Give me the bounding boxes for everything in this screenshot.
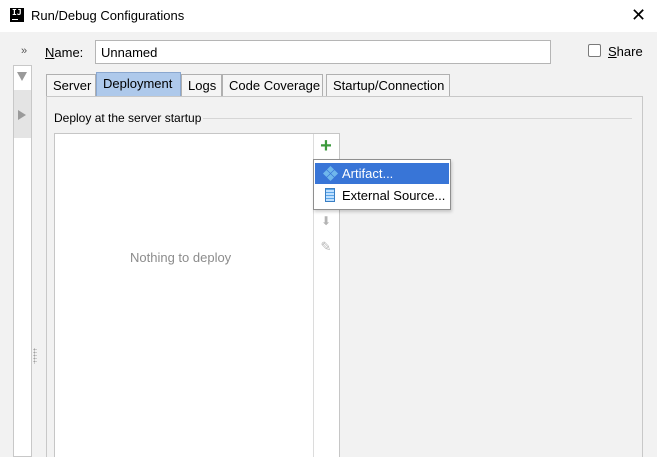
share-label[interactable]: Share bbox=[608, 44, 643, 59]
window-title: Run/Debug Configurations bbox=[31, 8, 185, 23]
move-down-icon[interactable]: ⬇ bbox=[317, 212, 335, 230]
splitter-handle[interactable] bbox=[33, 348, 37, 364]
collapse-sidebar-icon[interactable]: » bbox=[21, 45, 27, 57]
close-icon[interactable]: ✕ bbox=[631, 5, 646, 26]
name-label-text: ame: bbox=[54, 45, 84, 60]
tab-startup-connection[interactable]: Startup/Connection bbox=[326, 74, 450, 96]
menu-item-artifact[interactable]: Artifact... bbox=[315, 163, 449, 184]
external-source-icon bbox=[325, 188, 335, 202]
menu-item-label: External Source... bbox=[342, 188, 446, 203]
empty-list-text: Nothing to deploy bbox=[130, 250, 232, 265]
edit-icon[interactable]: ✎ bbox=[317, 238, 335, 256]
tab-logs[interactable]: Logs bbox=[181, 74, 222, 96]
expand-arrow-icon[interactable] bbox=[17, 72, 27, 81]
artifact-icon bbox=[322, 165, 339, 182]
name-label-mnemonic: N bbox=[45, 45, 55, 60]
app-icon-text: IJ bbox=[12, 8, 22, 17]
menu-item-label: Artifact... bbox=[342, 166, 394, 181]
intellij-app-icon: IJ bbox=[10, 8, 24, 22]
add-icon[interactable]: + bbox=[317, 136, 335, 156]
configurations-sidebar: » bbox=[0, 32, 33, 457]
tab-deployment[interactable]: Deployment bbox=[96, 72, 181, 96]
tab-server[interactable]: Server bbox=[46, 74, 96, 96]
add-popup-menu: Artifact... External Source... bbox=[313, 159, 451, 210]
dialog-body: » Name: Share Server Deployment Logs Cod… bbox=[0, 32, 657, 457]
collapsed-arrow-icon[interactable] bbox=[18, 110, 26, 120]
group-divider bbox=[203, 118, 632, 119]
menu-item-external-source[interactable]: External Source... bbox=[315, 185, 449, 206]
deploy-artifacts-list[interactable] bbox=[54, 133, 340, 457]
tab-code-coverage[interactable]: Code Coverage bbox=[222, 74, 323, 96]
share-checkbox[interactable] bbox=[588, 44, 601, 57]
share-label-mnemonic: S bbox=[608, 44, 617, 59]
name-field[interactable] bbox=[95, 40, 551, 64]
name-label: Name: bbox=[45, 45, 83, 60]
configurations-tree[interactable] bbox=[13, 65, 32, 457]
deploy-group-title: Deploy at the server startup bbox=[54, 111, 202, 125]
title-bar: IJ Run/Debug Configurations ✕ bbox=[0, 0, 657, 32]
share-label-text: hare bbox=[616, 44, 643, 59]
